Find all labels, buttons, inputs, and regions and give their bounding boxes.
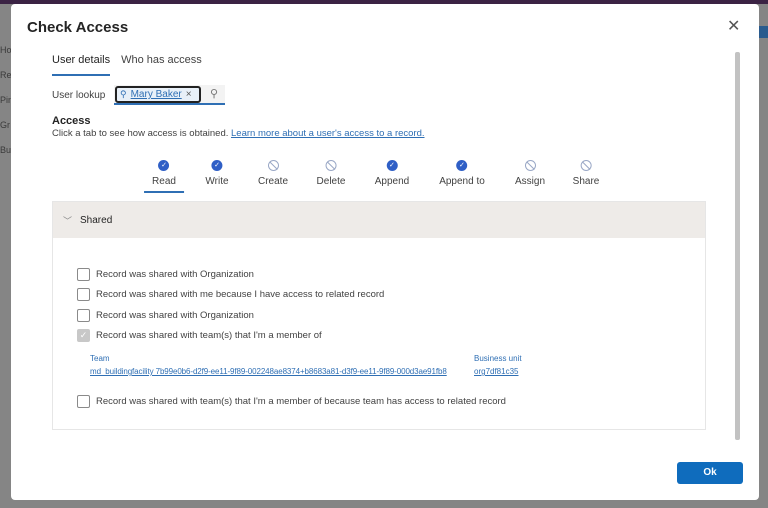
tab-user-details[interactable]: User details (52, 54, 111, 76)
check-circle-icon: ✓ (456, 160, 468, 171)
tab-permission-assign[interactable]: Assign (515, 160, 545, 187)
permission-label: Delete (316, 176, 346, 187)
check-circle-icon: ✓ (211, 160, 223, 171)
business-unit-link[interactable]: org7df81c35 (474, 367, 518, 376)
check-circle-icon: ✓ (386, 160, 398, 171)
team-column: Team md_buildingfacility 7b99e0b6-d2f9-e… (90, 354, 447, 376)
shared-item-label: Record was shared with Organization (96, 268, 254, 280)
tab-permission-delete[interactable]: Delete (316, 160, 346, 187)
tab-permission-create[interactable]: Create (258, 160, 288, 187)
scrollbar[interactable] (735, 52, 740, 440)
blocked-icon (524, 160, 536, 171)
shared-item: Record was shared with team(s) that I'm … (77, 391, 506, 412)
tab-who-has-access[interactable]: Who has access (121, 54, 202, 76)
tab-permission-append-to[interactable]: ✓ Append to (439, 160, 485, 187)
shared-header[interactable]: ﹀ Shared (53, 202, 705, 238)
checkbox[interactable]: ✓ (77, 329, 90, 343)
dialog-title: Check Access (27, 19, 129, 36)
shared-heading: Shared (80, 214, 113, 226)
team-label: Team (90, 354, 110, 363)
blocked-icon (325, 160, 337, 171)
shared-panel: ﹀ Shared Record was shared with Organiza… (52, 201, 706, 430)
permission-tabs: ✓ Read ✓ Write Create Delete ✓ Append ✓ Append to… (11, 160, 759, 200)
permission-label: Share (572, 176, 600, 187)
user-lookup-label: User lookup (52, 90, 106, 101)
close-icon[interactable]: ✕ (727, 16, 740, 36)
shared-item-label: Record was shared with team(s) that I'm … (96, 330, 322, 342)
blocked-icon (267, 160, 279, 171)
tab-permission-read[interactable]: ✓ Read (144, 160, 184, 193)
permission-label: Read (152, 176, 176, 187)
shared-item: Record was shared with Organization (77, 264, 384, 285)
learn-more-link[interactable]: Learn more about a user's access to a re… (231, 128, 425, 139)
team-link[interactable]: md_buildingfacility 7b99e0b6-d2f9-ee11-9… (90, 367, 447, 376)
chevron-down-icon: ﹀ (63, 215, 73, 226)
checkbox[interactable] (77, 308, 90, 322)
access-heading: Access (52, 115, 91, 127)
shared-item-label: Record was shared with team(s) that I'm … (96, 395, 506, 407)
checkbox[interactable] (77, 394, 90, 408)
blocked-icon (580, 160, 592, 171)
permission-label: Assign (514, 176, 546, 187)
tab-permission-append[interactable]: ✓ Append (375, 160, 409, 187)
shared-item-label: Record was shared with me because I have… (96, 289, 385, 301)
user-chip-name[interactable]: Mary Baker (131, 89, 182, 100)
shared-item: ✓ Record was shared with team(s) that I'm… (77, 326, 384, 347)
person-icon: ⚲ (120, 89, 127, 99)
shared-item: Record was shared with me because I have… (77, 285, 384, 306)
user-lookup-field[interactable]: ⚲ Mary Baker × ⚲ (114, 85, 225, 105)
permission-label: Write (205, 176, 229, 187)
search-icon[interactable]: ⚲ (210, 87, 218, 100)
shared-item-label: Record was shared with Organization (96, 309, 254, 321)
access-description-text: Click a tab to see how access is obtaine… (52, 128, 229, 139)
shared-items: Record was shared with Organization Recor… (77, 264, 384, 346)
ok-button[interactable]: Ok (677, 462, 743, 484)
remove-user-icon[interactable]: × (186, 89, 192, 100)
business-unit-column: Business unit org7df81c35 (474, 354, 522, 376)
business-unit-label: Business unit (474, 354, 522, 363)
tab-list: User details Who has access (52, 54, 202, 76)
permission-label: Append (374, 176, 410, 187)
checkbox[interactable] (77, 288, 90, 302)
tab-permission-share[interactable]: Share (572, 160, 600, 187)
checkbox[interactable] (77, 267, 90, 281)
access-description: Click a tab to see how access is obtaine… (52, 128, 425, 139)
check-circle-icon: ✓ (158, 160, 170, 171)
shared-item: Record was shared with Organization (77, 305, 384, 326)
permission-label: Append to (439, 176, 485, 187)
tab-permission-write[interactable]: ✓ Write (205, 160, 229, 187)
user-chip[interactable]: ⚲ Mary Baker × (115, 86, 201, 103)
permission-label: Create (257, 176, 289, 187)
check-access-dialog: Check Access ✕ User details Who has acce… (11, 4, 759, 500)
